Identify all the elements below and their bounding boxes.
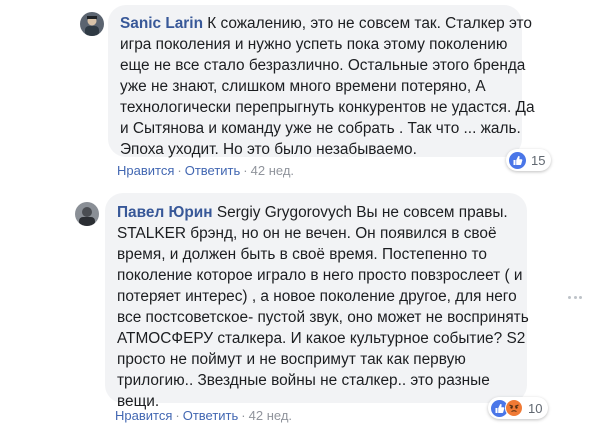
more-options-icon[interactable]	[568, 296, 582, 300]
comment-text-line: потеряет интерес) , а новое поколение др…	[117, 288, 517, 305]
like-icon	[509, 151, 526, 169]
avatar[interactable]	[80, 12, 104, 36]
like-link[interactable]: Нравится	[115, 408, 172, 423]
comment-first-line: Павел Юрин Sergiy Grygorovych Вы не совс…	[117, 202, 515, 223]
separator: ·	[241, 408, 246, 423]
comment-text-line: К сожалению, это не совсем так. Сталкер …	[207, 15, 532, 32]
reaction-count: 10	[528, 400, 543, 416]
comment-text-line: время, и должен быть в своё время. Посте…	[117, 246, 487, 263]
comment-text-line: АТМОСФЕРУ сталкера. И какое культурное с…	[117, 330, 526, 347]
comment-text-line: технологически перепрыгнуть конкурентов …	[120, 99, 535, 116]
comment-text-line: все постсоветское- пустой звук, оно може…	[117, 309, 529, 326]
comment-2: Павел Юрин Sergiy Grygorovych Вы не совс…	[0, 190, 600, 434]
avatar-image	[80, 12, 104, 36]
mention-link[interactable]: Sergiy Grygorovych	[217, 204, 352, 221]
comment-text-line: Эпоха уходит. Но это было незабываемо.	[120, 141, 417, 158]
avatar[interactable]	[75, 202, 99, 226]
like-link[interactable]: Нравится	[117, 163, 174, 178]
reactions-summary[interactable]: 15	[506, 149, 552, 171]
comment-text-line: игра поколения и нужно успеть пока этому…	[120, 36, 508, 53]
separator: ·	[177, 163, 182, 178]
comment-text-line: уже не знают, слишком много времени поте…	[120, 78, 486, 95]
comment-actions: Нравится · Ответить · 42 нед.	[115, 408, 292, 423]
comment-bubble: Павел Юрин Sergiy Grygorovych Вы не совс…	[105, 193, 529, 410]
reaction-count: 15	[531, 152, 546, 168]
reply-link[interactable]: Ответить	[183, 408, 239, 423]
author-name[interactable]: Павел Юрин	[117, 204, 213, 221]
comment-first-line: Sanic Larin К сожалению, это не совсем т…	[120, 13, 532, 34]
timestamp[interactable]: 42 нед.	[251, 163, 294, 178]
author-name[interactable]: Sanic Larin	[120, 15, 203, 32]
comment-text-line: трилогию.. Звездные войны не сталкер.. э…	[117, 372, 490, 389]
comment-1: Sanic Larin К сожалению, это не совсем т…	[0, 0, 600, 190]
angry-icon	[505, 399, 523, 417]
comment-text-line: STALKER брэнд, но он не вечен. Он появил…	[117, 225, 497, 242]
reply-link[interactable]: Ответить	[185, 163, 241, 178]
separator: ·	[243, 163, 248, 178]
comment-actions: Нравится · Ответить · 42 нед.	[117, 163, 294, 178]
comment-text-line: и Сытянова и команду уже не собрать . Та…	[120, 120, 521, 137]
comment-text-line: поколение которое играло в него просто п…	[117, 267, 523, 284]
reactions-summary[interactable]: 10	[488, 397, 549, 419]
avatar-image	[75, 202, 99, 226]
comment-text-line: Вы не совсем правы.	[356, 204, 508, 221]
timestamp[interactable]: 42 нед.	[249, 408, 292, 423]
comment-text-line: еще не все стало безразлично. Остальные …	[120, 57, 526, 74]
comment-bubble: Sanic Larin К сожалению, это не совсем т…	[108, 5, 535, 158]
separator: ·	[175, 408, 180, 423]
comment-text-line: просто не поймут и не воспримут так как …	[117, 351, 466, 368]
